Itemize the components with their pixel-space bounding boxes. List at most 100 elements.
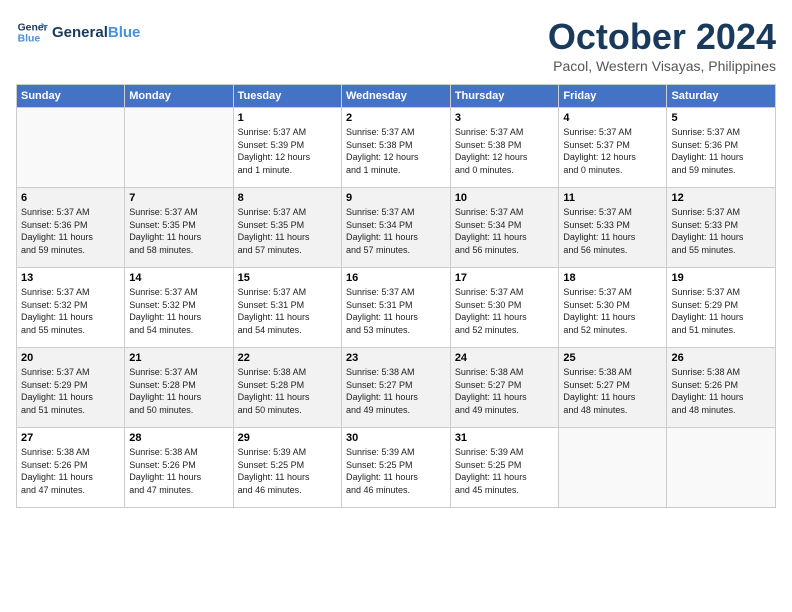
day-number: 24 xyxy=(455,352,555,364)
calendar-cell: 18 Sunrise: 5:37 AMSunset: 5:30 PMDayligh… xyxy=(559,268,667,348)
calendar-cell: 30Sunrise: 5:39 AMSunset: 5:25 PMDayligh… xyxy=(341,428,450,508)
calendar-cell: 29 Sunrise: 5:39 AMSunset: 5:25 PMDayligh… xyxy=(233,428,341,508)
header-day-wednesday: Wednesday xyxy=(341,85,450,108)
day-number: 2 xyxy=(346,112,446,124)
day-info: Sunrise: 5:37 AMSunset: 5:35 PMDaylight:… xyxy=(238,206,337,256)
day-number: 14 xyxy=(129,272,228,284)
day-number: 8 xyxy=(238,192,337,204)
calendar-week-4: 20 Sunrise: 5:37 AMSunset: 5:29 PMDayligh… xyxy=(17,348,776,428)
calendar-cell: 24 Sunrise: 5:38 AMSunset: 5:27 PMDayligh… xyxy=(450,348,559,428)
calendar-week-3: 13 Sunrise: 5:37 AMSunset: 5:32 PMDayligh… xyxy=(17,268,776,348)
day-number: 12 xyxy=(671,192,771,204)
title-area: October 2024 Pacol, Western Visayas, Phi… xyxy=(548,16,776,74)
day-info: Sunrise: 5:38 AMSunset: 5:26 PMDaylight:… xyxy=(671,366,771,416)
calendar-cell: 12 Sunrise: 5:37 AMSunset: 5:33 PMDayligh… xyxy=(667,188,776,268)
header-day-saturday: Saturday xyxy=(667,85,776,108)
day-number: 13 xyxy=(21,272,120,284)
calendar-cell: 6 Sunrise: 5:37 AMSunset: 5:36 PMDaylight… xyxy=(17,188,125,268)
day-info: Sunrise: 5:37 AMSunset: 5:32 PMDaylight:… xyxy=(129,286,228,336)
day-info: Sunrise: 5:37 AMSunset: 5:38 PMDaylight:… xyxy=(346,126,446,176)
day-number: 3 xyxy=(455,112,555,124)
day-info: Sunrise: 5:37 AMSunset: 5:34 PMDaylight:… xyxy=(455,206,555,256)
day-number: 16 xyxy=(346,272,446,284)
day-info: Sunrise: 5:37 AMSunset: 5:30 PMDaylight:… xyxy=(455,286,555,336)
logo-icon: General Blue xyxy=(16,16,48,48)
day-info: Sunrise: 5:37 AMSunset: 5:39 PMDaylight:… xyxy=(238,126,337,176)
day-info: Sunrise: 5:37 AMSunset: 5:37 PMDaylight:… xyxy=(563,126,662,176)
day-number: 18 xyxy=(563,272,662,284)
day-info: Sunrise: 5:37 AMSunset: 5:30 PMDaylight:… xyxy=(563,286,662,336)
calendar-cell: 3Sunrise: 5:37 AMSunset: 5:38 PMDaylight… xyxy=(450,108,559,188)
calendar-cell: 9 Sunrise: 5:37 AMSunset: 5:34 PMDaylight… xyxy=(341,188,450,268)
calendar-cell xyxy=(125,108,233,188)
calendar-cell: 13 Sunrise: 5:37 AMSunset: 5:32 PMDayligh… xyxy=(17,268,125,348)
calendar-cell: 16 Sunrise: 5:37 AMSunset: 5:31 PMDayligh… xyxy=(341,268,450,348)
day-number: 31 xyxy=(455,432,555,444)
calendar-cell: 14 Sunrise: 5:37 AMSunset: 5:32 PMDayligh… xyxy=(125,268,233,348)
calendar-cell: 27Sunrise: 5:38 AMSunset: 5:26 PMDayligh… xyxy=(17,428,125,508)
day-info: Sunrise: 5:39 AMSunset: 5:25 PMDaylight:… xyxy=(238,446,337,496)
calendar-cell: 28 Sunrise: 5:38 AMSunset: 5:26 PMDayligh… xyxy=(125,428,233,508)
calendar-cell: 8 Sunrise: 5:37 AMSunset: 5:35 PMDaylight… xyxy=(233,188,341,268)
day-number: 10 xyxy=(455,192,555,204)
day-number: 9 xyxy=(346,192,446,204)
header-day-thursday: Thursday xyxy=(450,85,559,108)
day-info: Sunrise: 5:37 AMSunset: 5:31 PMDaylight:… xyxy=(346,286,446,336)
calendar-cell: 25 Sunrise: 5:38 AMSunset: 5:27 PMDayligh… xyxy=(559,348,667,428)
header-day-sunday: Sunday xyxy=(17,85,125,108)
day-number: 29 xyxy=(238,432,337,444)
calendar-cell xyxy=(559,428,667,508)
day-info: Sunrise: 5:37 AMSunset: 5:31 PMDaylight:… xyxy=(238,286,337,336)
day-number: 5 xyxy=(671,112,771,124)
day-number: 20 xyxy=(21,352,120,364)
calendar-cell: 20 Sunrise: 5:37 AMSunset: 5:29 PMDayligh… xyxy=(17,348,125,428)
day-info: Sunrise: 5:37 AMSunset: 5:33 PMDaylight:… xyxy=(563,206,662,256)
day-number: 4 xyxy=(563,112,662,124)
calendar-cell xyxy=(667,428,776,508)
day-info: Sunrise: 5:37 AMSunset: 5:35 PMDaylight:… xyxy=(129,206,228,256)
day-number: 22 xyxy=(238,352,337,364)
day-number: 21 xyxy=(129,352,228,364)
day-number: 23 xyxy=(346,352,446,364)
day-info: Sunrise: 5:38 AMSunset: 5:26 PMDaylight:… xyxy=(129,446,228,496)
calendar-cell: 15 Sunrise: 5:37 AMSunset: 5:31 PMDayligh… xyxy=(233,268,341,348)
day-number: 6 xyxy=(21,192,120,204)
header-day-tuesday: Tuesday xyxy=(233,85,341,108)
calendar-cell: 1 Sunrise: 5:37 AMSunset: 5:39 PMDaylight… xyxy=(233,108,341,188)
calendar-week-2: 6 Sunrise: 5:37 AMSunset: 5:36 PMDaylight… xyxy=(17,188,776,268)
calendar-week-5: 27Sunrise: 5:38 AMSunset: 5:26 PMDayligh… xyxy=(17,428,776,508)
calendar-cell: 10 Sunrise: 5:37 AMSunset: 5:34 PMDayligh… xyxy=(450,188,559,268)
calendar: SundayMondayTuesdayWednesdayThursdayFrid… xyxy=(16,84,776,508)
logo: General Blue GeneralBlue xyxy=(16,16,140,48)
day-number: 17 xyxy=(455,272,555,284)
day-info: Sunrise: 5:37 AMSunset: 5:33 PMDaylight:… xyxy=(671,206,771,256)
day-info: Sunrise: 5:37 AMSunset: 5:34 PMDaylight:… xyxy=(346,206,446,256)
day-number: 7 xyxy=(129,192,228,204)
day-info: Sunrise: 5:38 AMSunset: 5:27 PMDaylight:… xyxy=(455,366,555,416)
logo-text: GeneralBlue xyxy=(52,24,140,41)
calendar-cell: 22 Sunrise: 5:38 AMSunset: 5:28 PMDayligh… xyxy=(233,348,341,428)
day-number: 25 xyxy=(563,352,662,364)
calendar-cell: 7 Sunrise: 5:37 AMSunset: 5:35 PMDaylight… xyxy=(125,188,233,268)
day-info: Sunrise: 5:37 AMSunset: 5:36 PMDaylight:… xyxy=(21,206,120,256)
day-info: Sunrise: 5:38 AMSunset: 5:26 PMDaylight:… xyxy=(21,446,120,496)
calendar-cell: 19Sunrise: 5:37 AMSunset: 5:29 PMDayligh… xyxy=(667,268,776,348)
day-number: 19 xyxy=(671,272,771,284)
calendar-cell: 31Sunrise: 5:39 AMSunset: 5:25 PMDayligh… xyxy=(450,428,559,508)
day-info: Sunrise: 5:38 AMSunset: 5:27 PMDaylight:… xyxy=(346,366,446,416)
day-number: 28 xyxy=(129,432,228,444)
calendar-cell: 4 Sunrise: 5:37 AMSunset: 5:37 PMDaylight… xyxy=(559,108,667,188)
day-number: 15 xyxy=(238,272,337,284)
page-header: General Blue GeneralBlue October 2024 Pa… xyxy=(16,16,776,74)
day-number: 1 xyxy=(238,112,337,124)
calendar-cell: 23 Sunrise: 5:38 AMSunset: 5:27 PMDayligh… xyxy=(341,348,450,428)
day-info: Sunrise: 5:37 AMSunset: 5:32 PMDaylight:… xyxy=(21,286,120,336)
day-info: Sunrise: 5:38 AMSunset: 5:27 PMDaylight:… xyxy=(563,366,662,416)
calendar-cell: 5Sunrise: 5:37 AMSunset: 5:36 PMDaylight… xyxy=(667,108,776,188)
day-number: 11 xyxy=(563,192,662,204)
day-info: Sunrise: 5:38 AMSunset: 5:28 PMDaylight:… xyxy=(238,366,337,416)
day-info: Sunrise: 5:37 AMSunset: 5:29 PMDaylight:… xyxy=(21,366,120,416)
day-number: 30 xyxy=(346,432,446,444)
day-info: Sunrise: 5:37 AMSunset: 5:28 PMDaylight:… xyxy=(129,366,228,416)
calendar-cell: 11 Sunrise: 5:37 AMSunset: 5:33 PMDayligh… xyxy=(559,188,667,268)
